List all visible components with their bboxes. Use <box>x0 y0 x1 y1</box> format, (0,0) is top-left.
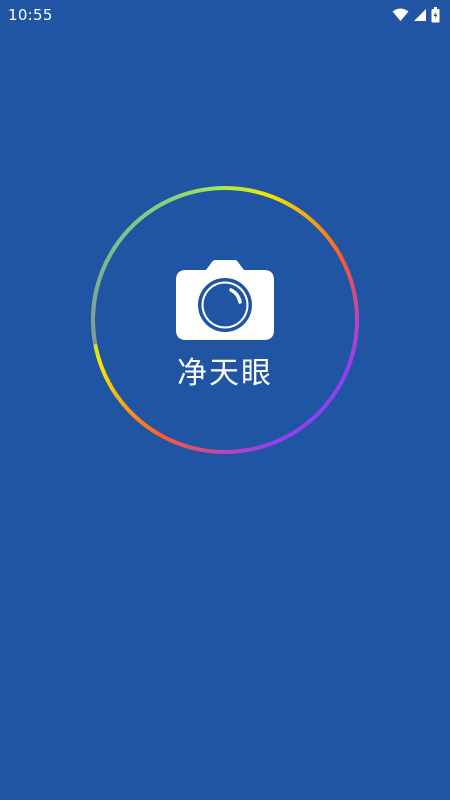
status-bar: 10:55 <box>0 0 450 30</box>
app-name: 净天眼 <box>177 356 273 391</box>
wifi-icon <box>392 8 409 22</box>
cellular-signal-icon <box>413 8 427 22</box>
camera-icon <box>176 260 274 340</box>
status-time: 10:55 <box>8 6 53 24</box>
app-logo: 净天眼 <box>150 258 300 391</box>
status-icons <box>392 6 440 24</box>
splash-screen: 10:55 净天眼 <box>0 0 450 800</box>
battery-icon <box>431 7 440 23</box>
